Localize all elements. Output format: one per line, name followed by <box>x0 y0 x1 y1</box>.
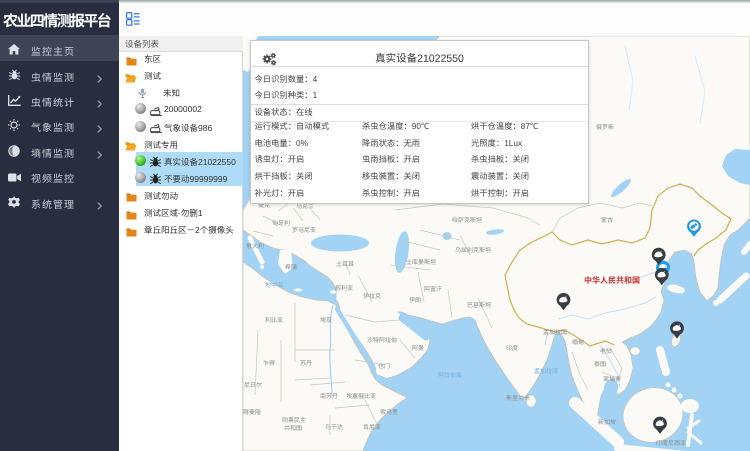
svg-text:埃及: 埃及 <box>320 316 332 324</box>
svg-text:肯尼亚: 肯尼亚 <box>363 423 381 431</box>
svg-text:巴基斯坦: 巴基斯坦 <box>467 301 491 309</box>
svg-text:伊拉克: 伊拉克 <box>363 292 381 300</box>
svg-text:孟加拉湾: 孟加拉湾 <box>534 367 558 375</box>
svg-text:土库曼斯坦: 土库曼斯坦 <box>406 258 436 266</box>
svg-text:阿拉伯海: 阿拉伯海 <box>438 371 462 379</box>
svg-text:匈牙利: 匈牙利 <box>272 220 290 227</box>
svg-text:共和国: 共和国 <box>284 425 302 432</box>
svg-text:缅甸: 缅甸 <box>572 338 584 346</box>
svg-text:尼日尔: 尼日尔 <box>244 381 262 389</box>
svg-text:印度尼西亚: 印度尼西亚 <box>656 439 686 447</box>
svg-text:埃塞俄比亚: 埃塞俄比亚 <box>346 392 376 400</box>
svg-text:罗马尼亚: 罗马尼亚 <box>292 227 316 234</box>
svg-text:伊朗: 伊朗 <box>409 296 421 304</box>
svg-text:泰国: 泰国 <box>594 360 606 368</box>
svg-text:蒙古: 蒙古 <box>601 216 613 224</box>
svg-text:苏丹: 苏丹 <box>300 359 312 367</box>
svg-text:索马里: 索马里 <box>380 408 398 416</box>
svg-text:哈萨克斯坦: 哈萨克斯坦 <box>452 216 482 224</box>
svg-text:老挝: 老挝 <box>600 347 612 355</box>
svg-text:南苏丹: 南苏丹 <box>320 392 338 400</box>
svg-text:叙利亚: 叙利亚 <box>335 284 353 292</box>
svg-text:沙特阿拉伯: 沙特阿拉伯 <box>367 336 397 344</box>
svg-text:希腊: 希腊 <box>285 263 297 271</box>
svg-text:孟加拉国: 孟加拉国 <box>543 328 567 336</box>
svg-text:也门: 也门 <box>378 362 390 370</box>
svg-text:印度: 印度 <box>506 344 518 352</box>
svg-text:喀麦隆: 喀麦隆 <box>243 408 261 416</box>
svg-text:利比亚: 利比亚 <box>265 317 283 324</box>
svg-text:土耳其: 土耳其 <box>336 260 354 268</box>
svg-text:地中海: 地中海 <box>265 281 283 289</box>
svg-text:乌兹别克斯坦: 乌兹别克斯坦 <box>455 246 491 254</box>
svg-text:斯里兰卡: 斯里兰卡 <box>506 394 530 402</box>
svg-text:阿曼: 阿曼 <box>412 345 424 352</box>
svg-text:阿富汗: 阿富汗 <box>424 285 442 293</box>
svg-text:刚果民主: 刚果民主 <box>282 417 306 424</box>
svg-text:柬埔寨: 柬埔寨 <box>603 375 621 383</box>
svg-text:新加坡: 新加坡 <box>598 418 616 426</box>
svg-text:意大利: 意大利 <box>246 242 264 250</box>
svg-text:俄罗斯: 俄罗斯 <box>596 123 614 131</box>
svg-text:乌干达: 乌干达 <box>325 423 343 431</box>
svg-text:乍得: 乍得 <box>263 359 275 367</box>
